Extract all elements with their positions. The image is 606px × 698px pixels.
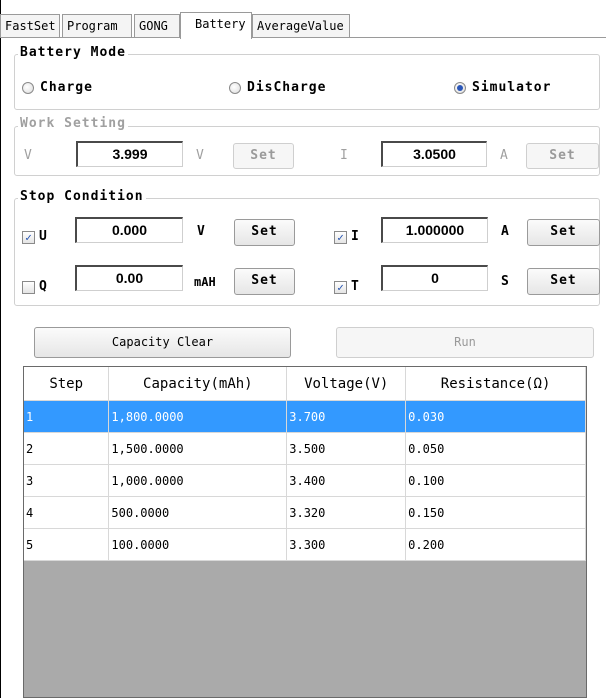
radio-discharge[interactable]: DisCharge — [229, 80, 326, 95]
header-voltage[interactable]: Voltage(V) — [286, 367, 407, 401]
stop-u-field[interactable]: 0.000 — [75, 217, 183, 243]
cell-voltage: 3.500 — [286, 432, 407, 465]
stop-u-set-button[interactable]: Set — [234, 219, 295, 246]
cell-voltage: 3.400 — [286, 464, 407, 497]
work-current-field[interactable]: 3.0500 — [381, 141, 487, 167]
stop-t-set-button[interactable]: Set — [527, 268, 600, 295]
stop-i-set-button[interactable]: Set — [527, 219, 600, 246]
header-resistance[interactable]: Resistance(Ω) — [405, 367, 586, 401]
tab-averagevalue[interactable]: AverageValue — [252, 14, 350, 38]
tab-bar: FastSet Program GONG Battery AverageValu… — [0, 0, 606, 39]
stop-q-field[interactable]: 0.00 — [75, 265, 183, 291]
stop-q-unit: mAH — [194, 275, 216, 289]
tab-battery[interactable]: Battery — [180, 12, 252, 39]
cell-voltage: 3.320 — [286, 496, 407, 529]
tab-divider — [0, 37, 606, 38]
cell-resistance: 0.200 — [405, 528, 586, 561]
stop-i-field[interactable]: 1.000000 — [381, 217, 488, 243]
cell-step: 2 — [24, 432, 110, 465]
radio-discharge-label: DisCharge — [247, 80, 327, 95]
cell-resistance: 0.100 — [405, 464, 586, 497]
table-row[interactable]: 3 1,000.0000 3.400 0.100 — [24, 464, 586, 497]
work-v-label: V — [24, 148, 32, 163]
cell-capacity: 1,500.0000 — [108, 432, 288, 465]
header-capacity[interactable]: Capacity(mAh) — [108, 367, 288, 401]
cell-step: 4 — [24, 496, 110, 529]
work-i-label: I — [340, 148, 348, 163]
work-voltage-field[interactable]: 3.999 — [76, 141, 183, 167]
cell-step: 5 — [24, 528, 110, 561]
table-row[interactable]: 2 1,500.0000 3.500 0.050 — [24, 432, 586, 465]
work-v-unit: V — [196, 148, 204, 163]
radio-charge-circle — [22, 81, 34, 94]
capacity-table[interactable]: Step Capacity(mAh) Voltage(V) Resistance… — [23, 366, 587, 698]
capacity-table-body: Step Capacity(mAh) Voltage(V) Resistance… — [24, 367, 586, 561]
table-header-row: Step Capacity(mAh) Voltage(V) Resistance… — [24, 367, 586, 401]
cell-resistance: 0.150 — [405, 496, 586, 529]
radio-charge-label: Charge — [40, 80, 93, 95]
check-icon: ✓ — [334, 230, 347, 244]
cell-voltage: 3.700 — [286, 400, 407, 433]
cell-resistance: 0.050 — [405, 432, 586, 465]
radio-charge[interactable]: Charge — [22, 80, 93, 95]
stop-u-checkbox[interactable]: ✓ U — [22, 224, 47, 250]
battery-mode-title: Battery Mode — [18, 45, 128, 61]
cell-capacity: 500.0000 — [108, 496, 288, 529]
table-row[interactable]: 4 500.0000 3.320 0.150 — [24, 496, 586, 529]
work-voltage-set-button[interactable]: Set — [233, 143, 294, 169]
radio-simulator[interactable]: Simulator — [454, 80, 551, 95]
stop-t-unit: S — [501, 274, 509, 289]
cell-capacity: 1,800.0000 — [108, 400, 288, 433]
stop-t-field[interactable]: 0 — [381, 265, 488, 291]
stop-q-set-button[interactable]: Set — [234, 268, 295, 295]
radio-selected-dot — [457, 84, 463, 91]
stop-u-label: U — [39, 229, 47, 244]
header-step[interactable]: Step — [24, 367, 110, 401]
table-row[interactable]: 1 1,800.0000 3.700 0.030 — [24, 400, 586, 433]
stop-i-unit: A — [501, 224, 509, 239]
stop-i-checkbox[interactable]: ✓ I — [334, 224, 359, 250]
check-icon: ✓ — [334, 280, 347, 294]
radio-simulator-circle — [454, 81, 466, 94]
checkbox-empty-icon — [22, 280, 35, 294]
stop-u-unit: V — [197, 224, 205, 239]
check-icon: ✓ — [22, 230, 35, 244]
tab-program[interactable]: Program — [62, 14, 132, 38]
table-row[interactable]: 5 100.0000 3.300 0.200 — [24, 528, 586, 561]
stop-condition-title: Stop Condition — [18, 189, 146, 205]
radio-simulator-label: Simulator — [472, 80, 552, 95]
run-button[interactable]: Run — [336, 327, 594, 358]
cell-capacity: 100.0000 — [108, 528, 288, 561]
work-current-set-button[interactable]: Set — [526, 143, 599, 169]
cell-resistance: 0.030 — [405, 400, 586, 433]
cell-capacity: 1,000.0000 — [108, 464, 288, 497]
work-i-unit: A — [500, 148, 508, 163]
capacity-clear-button[interactable]: Capacity Clear — [34, 327, 291, 358]
tab-battery-label: Battery — [195, 17, 246, 31]
stop-q-label: Q — [39, 279, 47, 294]
cell-step: 3 — [24, 464, 110, 497]
work-setting-title: Work Setting — [18, 116, 128, 132]
tab-fastset[interactable]: FastSet — [0, 14, 60, 38]
stop-q-checkbox[interactable]: Q — [22, 274, 47, 300]
stop-i-label: I — [351, 229, 359, 244]
stop-t-checkbox[interactable]: ✓ T — [334, 274, 359, 300]
stop-t-label: T — [351, 279, 359, 294]
cell-voltage: 3.300 — [286, 528, 407, 561]
cell-step: 1 — [24, 400, 110, 433]
tab-gong[interactable]: GONG — [134, 14, 180, 38]
radio-discharge-circle — [229, 81, 241, 94]
